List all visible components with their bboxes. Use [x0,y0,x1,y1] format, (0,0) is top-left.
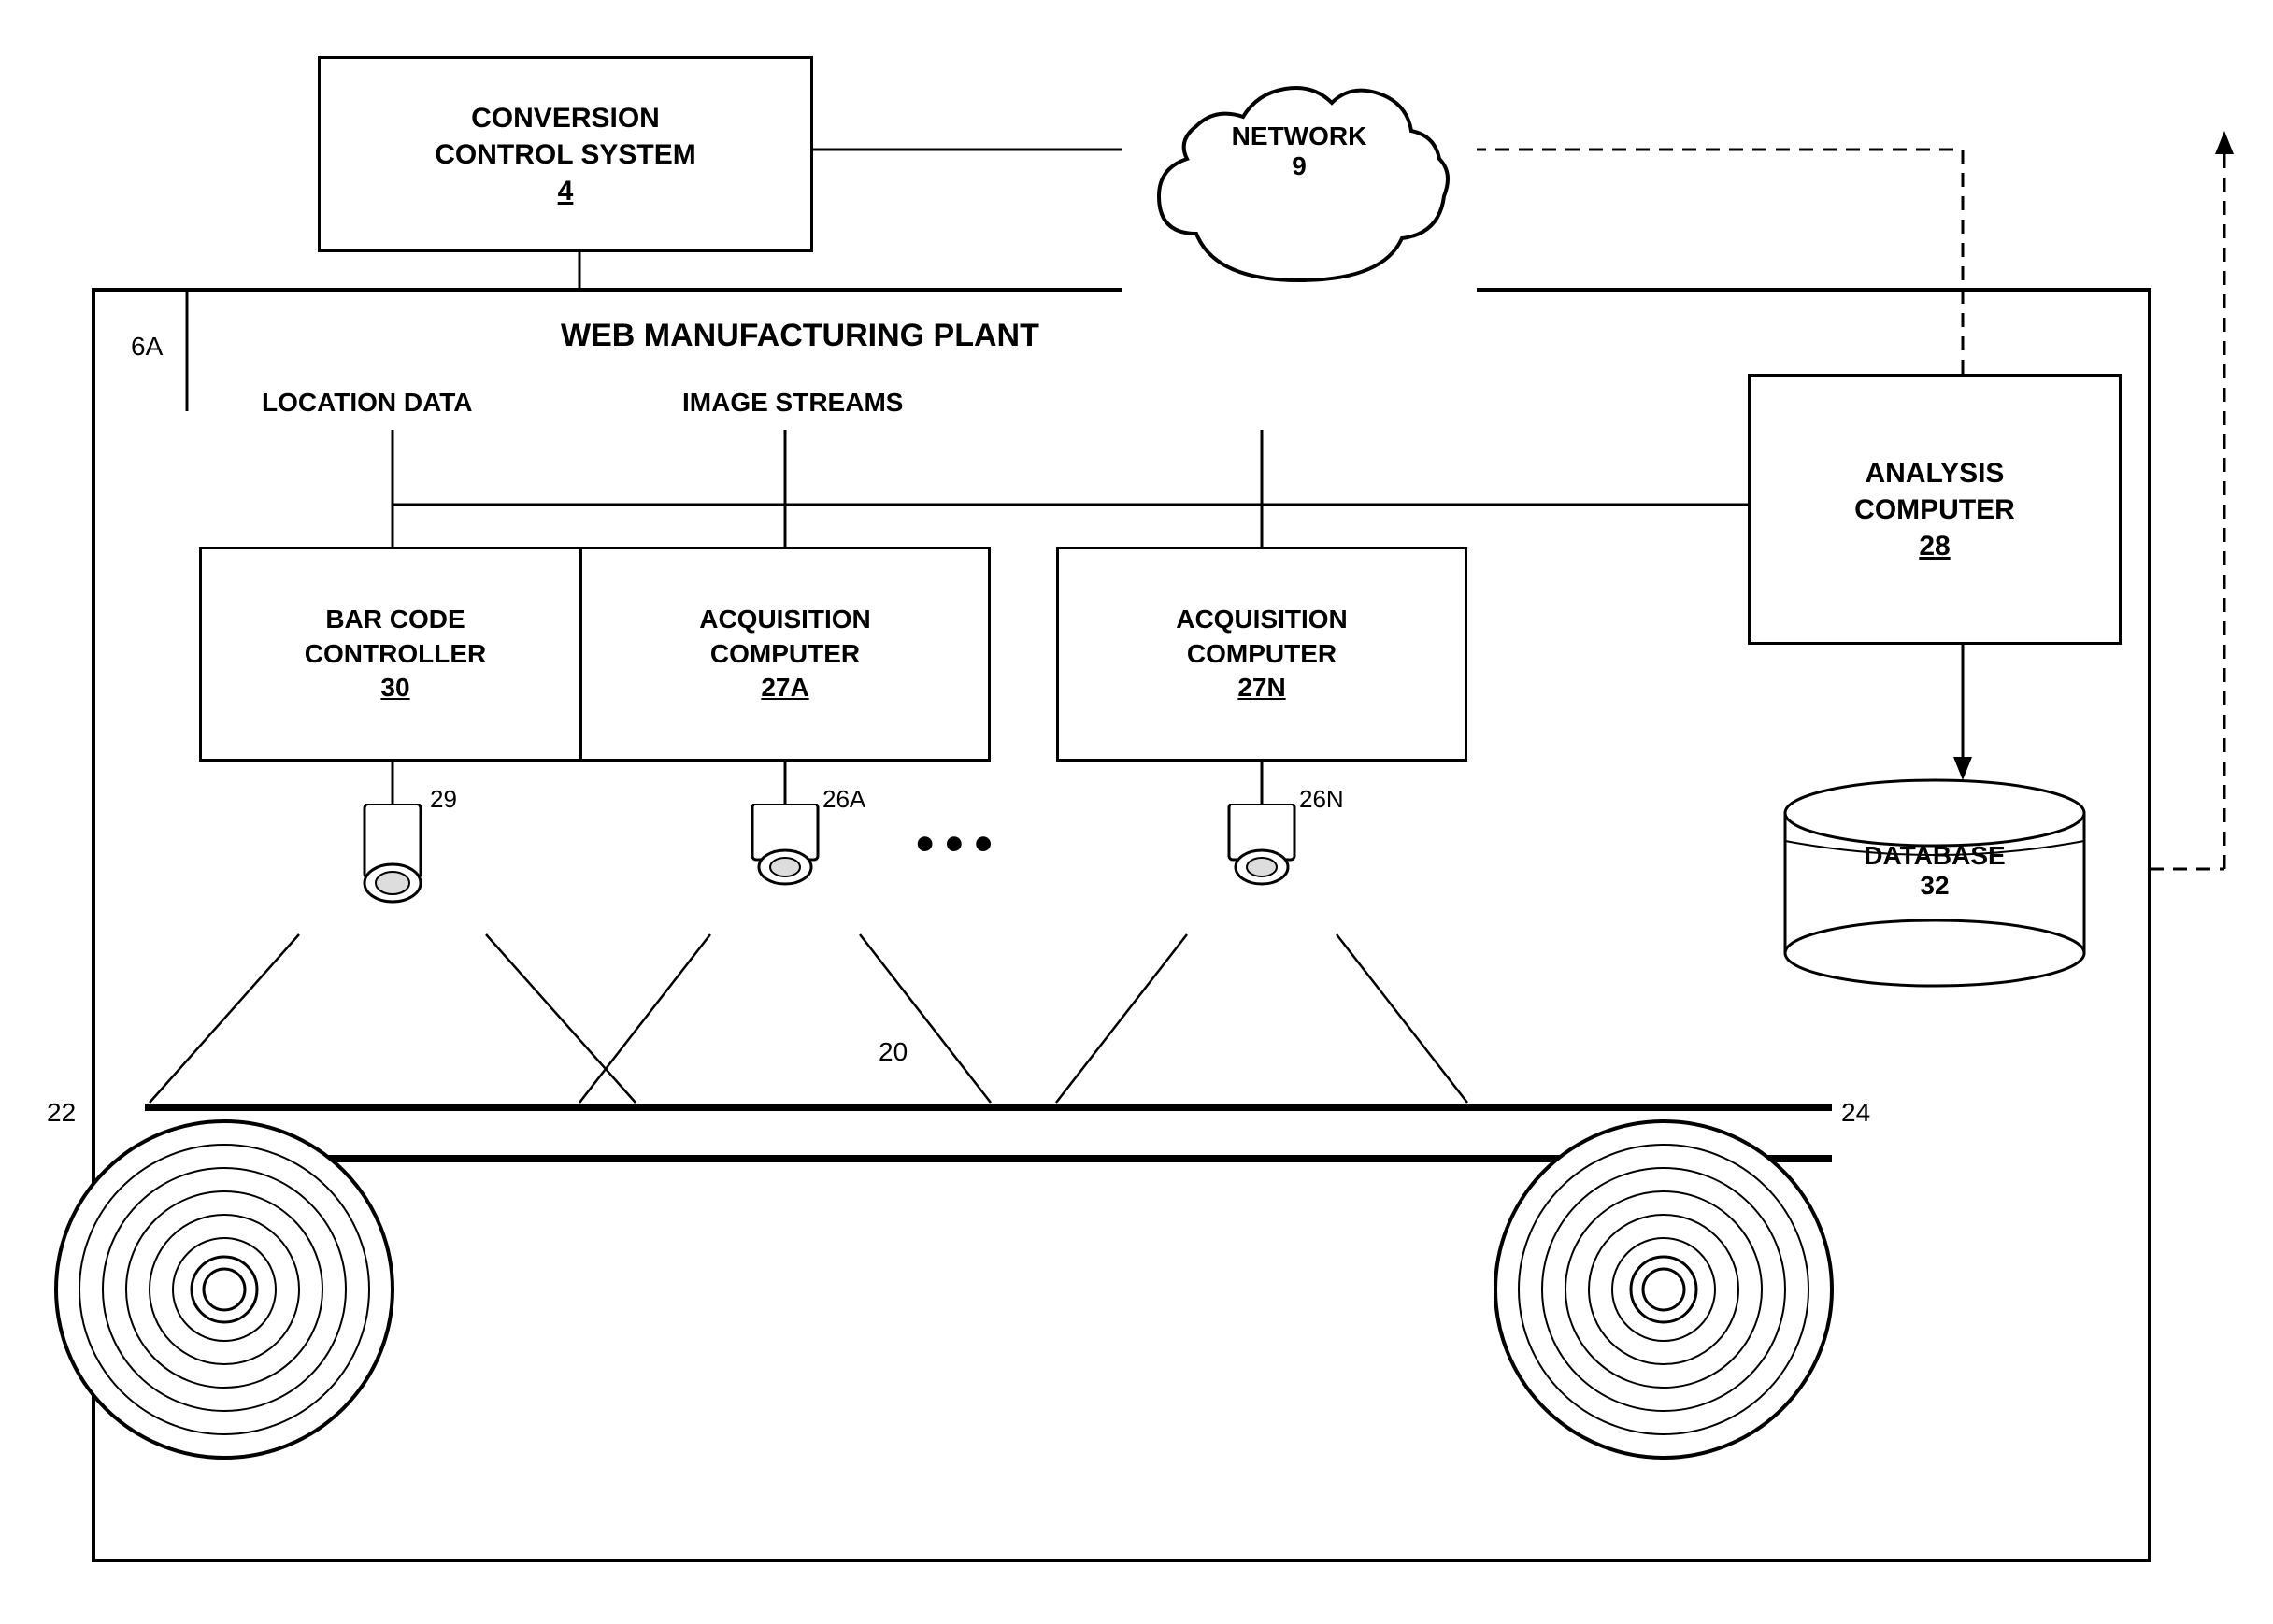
location-data-label: LOCATION DATA [262,388,473,418]
analysis-computer-label: ANALYSIS COMPUTER [1854,455,2015,528]
aca-number: 27A [761,671,808,705]
database-label: DATABASE [1748,841,2122,871]
aca-label: ACQUISITION COMPUTER [699,603,871,671]
analysis-computer-number: 28 [1919,528,1950,564]
ccs-number: 4 [558,173,574,209]
ellipsis-dots: ••• [916,813,1004,873]
bcc-number: 30 [380,671,409,705]
label-24: 24 [1841,1098,1870,1128]
reel-left [47,1093,402,1472]
network-cloud: NETWORK 9 [1122,56,1477,299]
label-20: 20 [879,1037,908,1067]
acquisition-computer-a-box: ACQUISITION COMPUTER 27A [579,547,991,762]
acquisition-computer-n-box: ACQUISITION COMPUTER 27N [1056,547,1467,762]
database-component: DATABASE 32 [1748,766,2122,990]
image-streams-label: IMAGE STREAMS [682,388,903,418]
diagram: CONVERSION CONTROL SYSTEM 4 NETWORK 9 AN… [0,0,2273,1624]
bcc-label: BAR CODE CONTROLLER [305,603,486,671]
acn-label: ACQUISITION COMPUTER [1176,603,1348,671]
camera-26a [734,804,836,925]
reel-right [1486,1093,1841,1472]
database-number: 32 [1920,871,1949,900]
acn-number: 27N [1237,671,1285,705]
conversion-control-system-box: CONVERSION CONTROL SYSTEM 4 [318,56,813,252]
plant-label: WEB MANUFACTURING PLANT [561,318,1039,354]
bar-code-controller-box: BAR CODE CONTROLLER 30 [199,547,592,762]
network-number: 9 [1292,151,1307,180]
label-6a: 6A [131,332,163,362]
scanner-29 [336,804,449,925]
analysis-computer-box: ANALYSIS COMPUTER 28 [1748,374,2122,645]
ccs-label: CONVERSION CONTROL SYSTEM [435,100,695,173]
network-label: NETWORK [1122,121,1477,151]
camera-26n [1210,804,1313,925]
label-22: 22 [47,1098,76,1128]
